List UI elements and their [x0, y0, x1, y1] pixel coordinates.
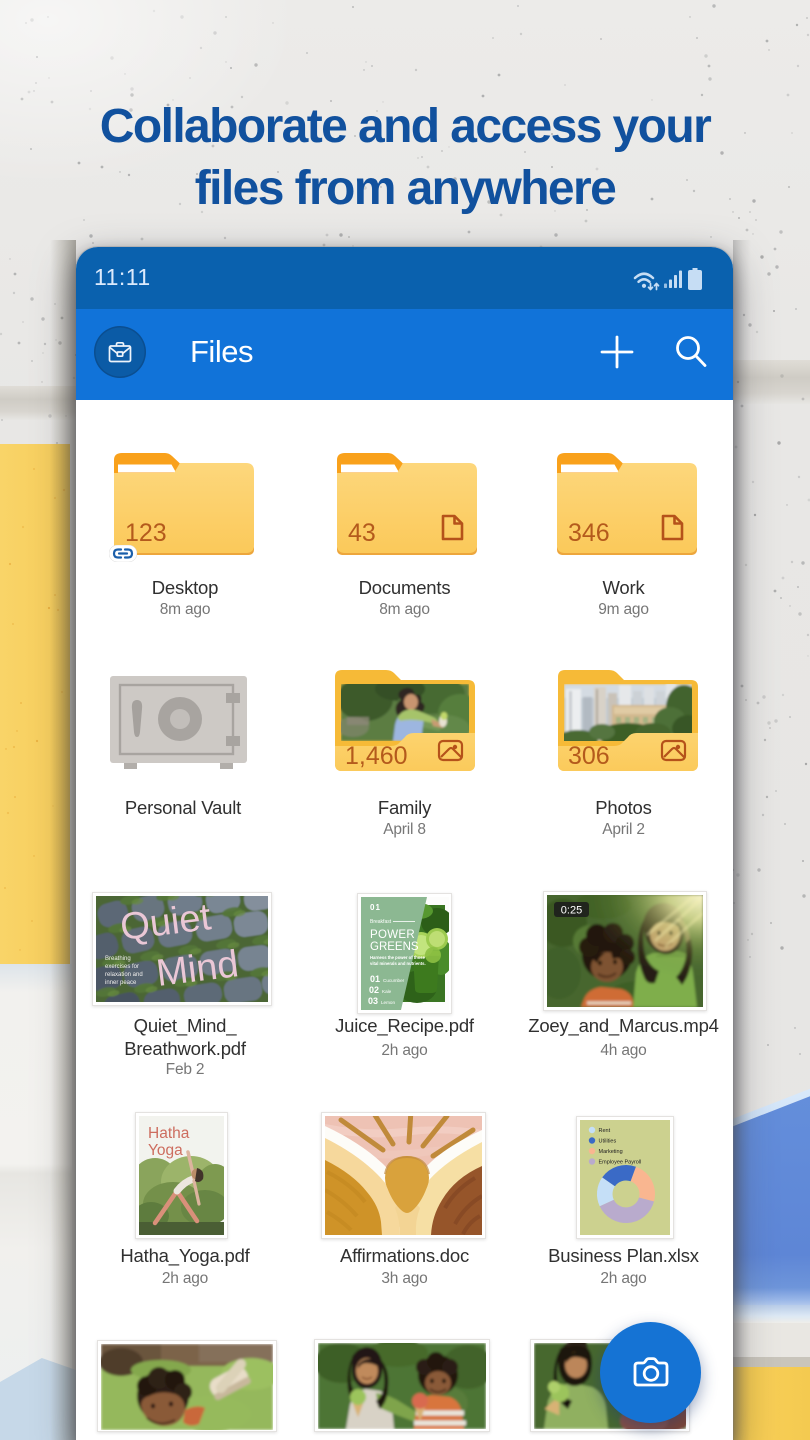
svg-text:Lemon: Lemon: [381, 1000, 395, 1005]
svg-text:POWER: POWER: [370, 929, 415, 941]
svg-text:Rent: Rent: [599, 1128, 611, 1134]
svg-text:exercises for: exercises for: [105, 964, 139, 970]
svg-text:vital minerals and nutrients.: vital minerals and nutrients.: [370, 961, 426, 966]
svg-text:Yoga: Yoga: [148, 1142, 183, 1159]
svg-text:Employee Payroll: Employee Payroll: [599, 1160, 642, 1166]
svg-text:Kale: Kale: [382, 989, 392, 994]
svg-text:Breakfast: Breakfast: [370, 919, 392, 925]
svg-text:Hatha: Hatha: [148, 1125, 190, 1142]
svg-text:123: 123: [125, 519, 167, 547]
svg-text:Marketing: Marketing: [599, 1149, 623, 1155]
svg-text:inner peace: inner peace: [105, 980, 137, 986]
svg-text:1,460: 1,460: [345, 742, 408, 770]
svg-text:0:25: 0:25: [561, 905, 582, 917]
svg-text:306: 306: [568, 742, 610, 770]
svg-text:01: 01: [370, 903, 381, 912]
svg-text:346: 346: [568, 519, 610, 547]
svg-text:01: 01: [370, 974, 380, 984]
svg-text:03: 03: [368, 996, 378, 1006]
svg-text:Cucumber: Cucumber: [383, 978, 405, 983]
svg-text:43: 43: [348, 519, 376, 547]
svg-text:relaxation and: relaxation and: [105, 972, 143, 978]
svg-text:GREENS: GREENS: [370, 941, 419, 953]
svg-text:Harness the power of those: Harness the power of those: [370, 955, 426, 960]
svg-text:Utilities: Utilities: [599, 1139, 617, 1145]
svg-text:Breathing: Breathing: [105, 956, 131, 962]
svg-text:02: 02: [369, 985, 379, 995]
